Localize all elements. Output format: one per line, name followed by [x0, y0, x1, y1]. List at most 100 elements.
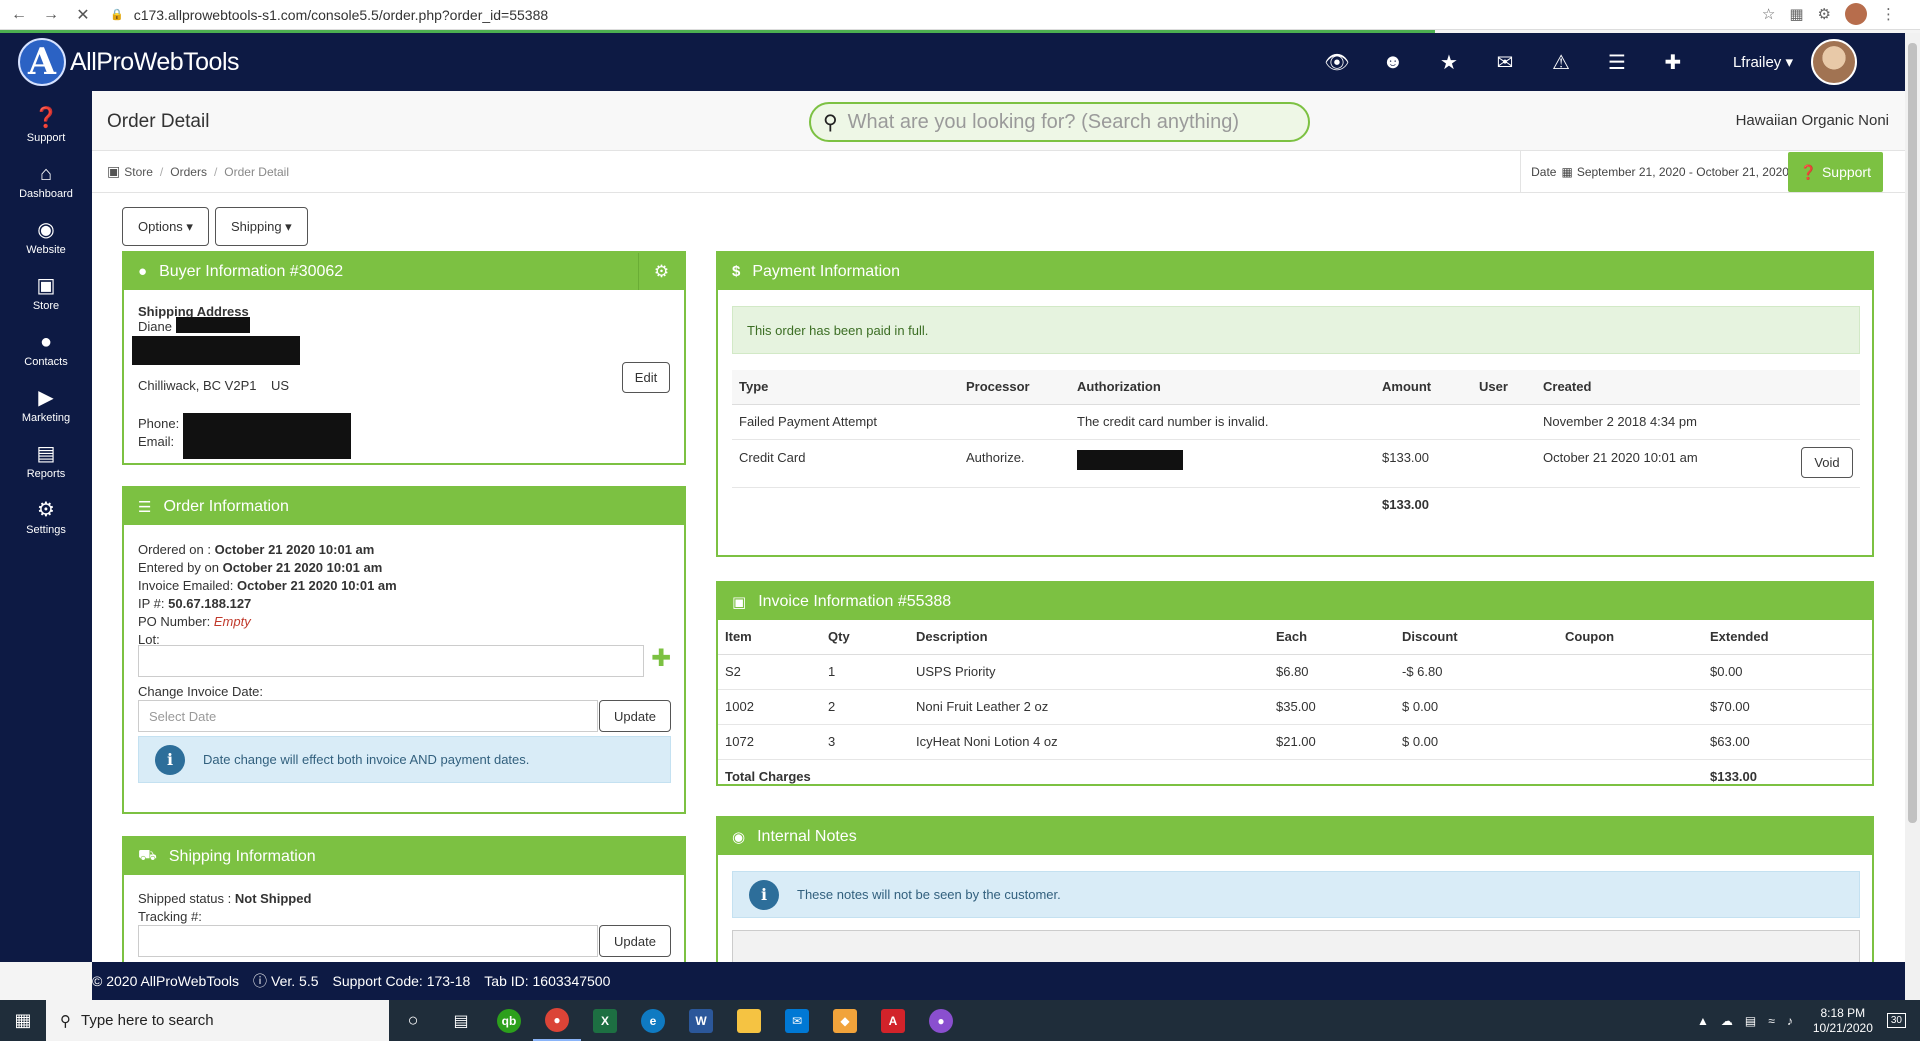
- col-qty: Qty: [821, 620, 909, 655]
- sidebar-item-marketing[interactable]: ▶ Marketing: [0, 377, 92, 433]
- forward-arrow-icon[interactable]: →: [38, 2, 64, 28]
- global-search[interactable]: ⚲ What are you looking for? (Search anyt…: [809, 102, 1310, 142]
- buyer-settings-gear-icon[interactable]: ⚙: [638, 253, 684, 290]
- user-menu[interactable]: Lfrailey ▾: [1733, 53, 1793, 71]
- back-arrow-icon[interactable]: ←: [6, 2, 32, 28]
- po-number-value[interactable]: Empty: [214, 614, 251, 629]
- redacted-block: [1077, 449, 1183, 470]
- windows-start-icon[interactable]: ▦: [0, 1000, 46, 1041]
- comment-icon: ◉: [732, 828, 746, 846]
- wifi-icon[interactable]: ≈: [1768, 1014, 1775, 1028]
- browser-menu-icon[interactable]: ⋮: [1881, 5, 1896, 23]
- scrollbar-thumb[interactable]: [1908, 43, 1917, 823]
- truck-icon: ⛟: [138, 847, 157, 864]
- paint-icon[interactable]: ●: [917, 1000, 965, 1041]
- task-view-icon[interactable]: ▤: [437, 1000, 485, 1041]
- lot-input[interactable]: [138, 645, 644, 677]
- chrome-icon[interactable]: ●: [533, 1000, 581, 1041]
- notes-panel-header: ◉ Internal Notes: [718, 818, 1872, 855]
- puzzle-icon[interactable]: ⚙: [1818, 5, 1831, 23]
- info-icon: ⓘ: [253, 973, 268, 989]
- invoice-information-panel: ▣ Invoice Information #55388 Item Qty De…: [716, 581, 1874, 786]
- order-panel-header: ☰ Order Information: [124, 488, 684, 525]
- windows-taskbar: ▦ ⚲ Type here to search ○ ▤ qb ● X e W ✉…: [0, 1000, 1920, 1041]
- invoice-total: $133.00: [1710, 769, 1757, 785]
- address-bar[interactable]: 🔒 c173.allprowebtools-s1.com/console5.5/…: [110, 3, 548, 27]
- cloud-icon[interactable]: ☁: [1721, 1014, 1733, 1028]
- network-icon[interactable]: ▤: [1745, 1014, 1756, 1028]
- update-invoice-date-button[interactable]: Update: [599, 700, 671, 732]
- eye-icon[interactable]: 👁: [1323, 50, 1351, 75]
- edge-icon[interactable]: e: [629, 1000, 677, 1041]
- warning-icon[interactable]: ⚠: [1547, 50, 1575, 75]
- search-input[interactable]: What are you looking for? (Search anythi…: [848, 111, 1239, 134]
- breadcrumb-orders[interactable]: Orders: [170, 165, 207, 179]
- redacted-block: [176, 317, 250, 333]
- quickbooks-icon[interactable]: qb: [485, 1000, 533, 1041]
- left-sidebar: ❓ Support ⌂ Dashboard ◉ Website ▣ Store ● Con…: [0, 91, 92, 962]
- support-button[interactable]: ❓ Support: [1787, 152, 1883, 192]
- payment-total: $133.00: [1382, 497, 1429, 513]
- sidebar-item-settings[interactable]: ⚙ Settings: [0, 489, 92, 545]
- extension-icon[interactable]: ▦: [1789, 5, 1803, 23]
- sidebar-item-contacts[interactable]: ● Contacts: [0, 321, 92, 377]
- sidebar-item-reports[interactable]: ▤ Reports: [0, 433, 92, 489]
- invoice-panel-header: ▣ Invoice Information #55388: [718, 583, 1872, 620]
- invoice-emailed-value: October 21 2020 10:01 am: [237, 578, 397, 593]
- mail-icon[interactable]: ✉: [773, 1000, 821, 1041]
- sidebar-item-support[interactable]: ❓ Support: [0, 97, 92, 153]
- sidebar-item-dashboard[interactable]: ⌂ Dashboard: [0, 153, 92, 209]
- word-icon[interactable]: W: [677, 1000, 725, 1041]
- notifications-icon[interactable]: 30: [1886, 1013, 1906, 1028]
- shipping-dropdown-button[interactable]: Shipping ▾: [214, 207, 308, 246]
- taskbar-search[interactable]: ⚲ Type here to search: [46, 1000, 389, 1041]
- cortana-icon[interactable]: ○: [389, 1000, 437, 1041]
- col-created: Created: [1536, 370, 1860, 405]
- excel-icon[interactable]: X: [581, 1000, 629, 1041]
- edit-buyer-button[interactable]: Edit: [622, 362, 670, 393]
- page-scrollbar[interactable]: [1905, 33, 1920, 1000]
- breadcrumb-store[interactable]: Store: [124, 165, 153, 179]
- plus-icon[interactable]: ✚: [1659, 50, 1687, 75]
- void-payment-button[interactable]: Void: [1801, 446, 1853, 478]
- handshake-icon[interactable]: ★: [1435, 50, 1463, 75]
- col-item: Item: [718, 620, 821, 655]
- options-dropdown-button[interactable]: Options ▾: [122, 207, 209, 246]
- calendar-icon: ▦: [1561, 165, 1573, 179]
- invoice-date-input[interactable]: Select Date: [138, 700, 598, 732]
- chat-icon[interactable]: ✉: [1491, 50, 1519, 75]
- shipping-information-panel: ⛟ Shipping Information Shipped status : …: [122, 836, 686, 962]
- table-row: Failed Payment Attempt The credit card n…: [732, 404, 1860, 440]
- table-row: Credit Card Authorize. $133.00 October 2…: [732, 439, 1860, 488]
- acrobat-icon[interactable]: A: [869, 1000, 917, 1041]
- update-tracking-button[interactable]: Update: [599, 925, 671, 957]
- notes-textarea[interactable]: [732, 930, 1860, 962]
- tracking-label: Tracking #:: [138, 909, 202, 924]
- volume-icon[interactable]: ♪: [1787, 1014, 1793, 1028]
- store-name: Hawaiian Organic Noni: [1735, 112, 1889, 129]
- add-lot-plus-icon[interactable]: ✚: [651, 644, 671, 673]
- stop-loading-icon[interactable]: ✕: [70, 2, 96, 28]
- tracking-input[interactable]: [138, 925, 598, 957]
- info-icon: i: [155, 744, 185, 775]
- date-range-picker[interactable]: Date ▦ September 21, 2020 - October 21, …: [1520, 151, 1800, 193]
- browser-profile-avatar[interactable]: [1845, 3, 1867, 25]
- col-type: Type: [732, 370, 959, 405]
- main-content: Order Detail ⚲ What are you looking for?…: [92, 91, 1905, 962]
- authorization-redacted: [1070, 439, 1375, 488]
- file-explorer-icon[interactable]: [725, 1000, 773, 1041]
- taskbar-clock[interactable]: 8:18 PM 10/21/2020: [1813, 1006, 1873, 1036]
- tasks-icon[interactable]: ☰: [1603, 50, 1631, 75]
- internal-notes-panel: ◉ Internal Notes i These notes will not …: [716, 816, 1874, 962]
- user-avatar[interactable]: [1811, 39, 1857, 85]
- bookmark-star-icon[interactable]: ☆: [1762, 5, 1775, 23]
- url-text: c173.allprowebtools-s1.com/console5.5/or…: [133, 6, 549, 23]
- sidebar-item-website[interactable]: ◉ Website: [0, 209, 92, 265]
- sidebar-item-store[interactable]: ▣ Store: [0, 265, 92, 321]
- users-icon[interactable]: ☻: [1379, 51, 1407, 74]
- info-icon: i: [749, 879, 779, 910]
- app-logo[interactable]: A AllProWebTools: [18, 38, 240, 86]
- chevron-up-icon[interactable]: ▲: [1697, 1014, 1709, 1028]
- sticky-app-icon[interactable]: ◆: [821, 1000, 869, 1041]
- home-icon: ⌂: [39, 162, 53, 185]
